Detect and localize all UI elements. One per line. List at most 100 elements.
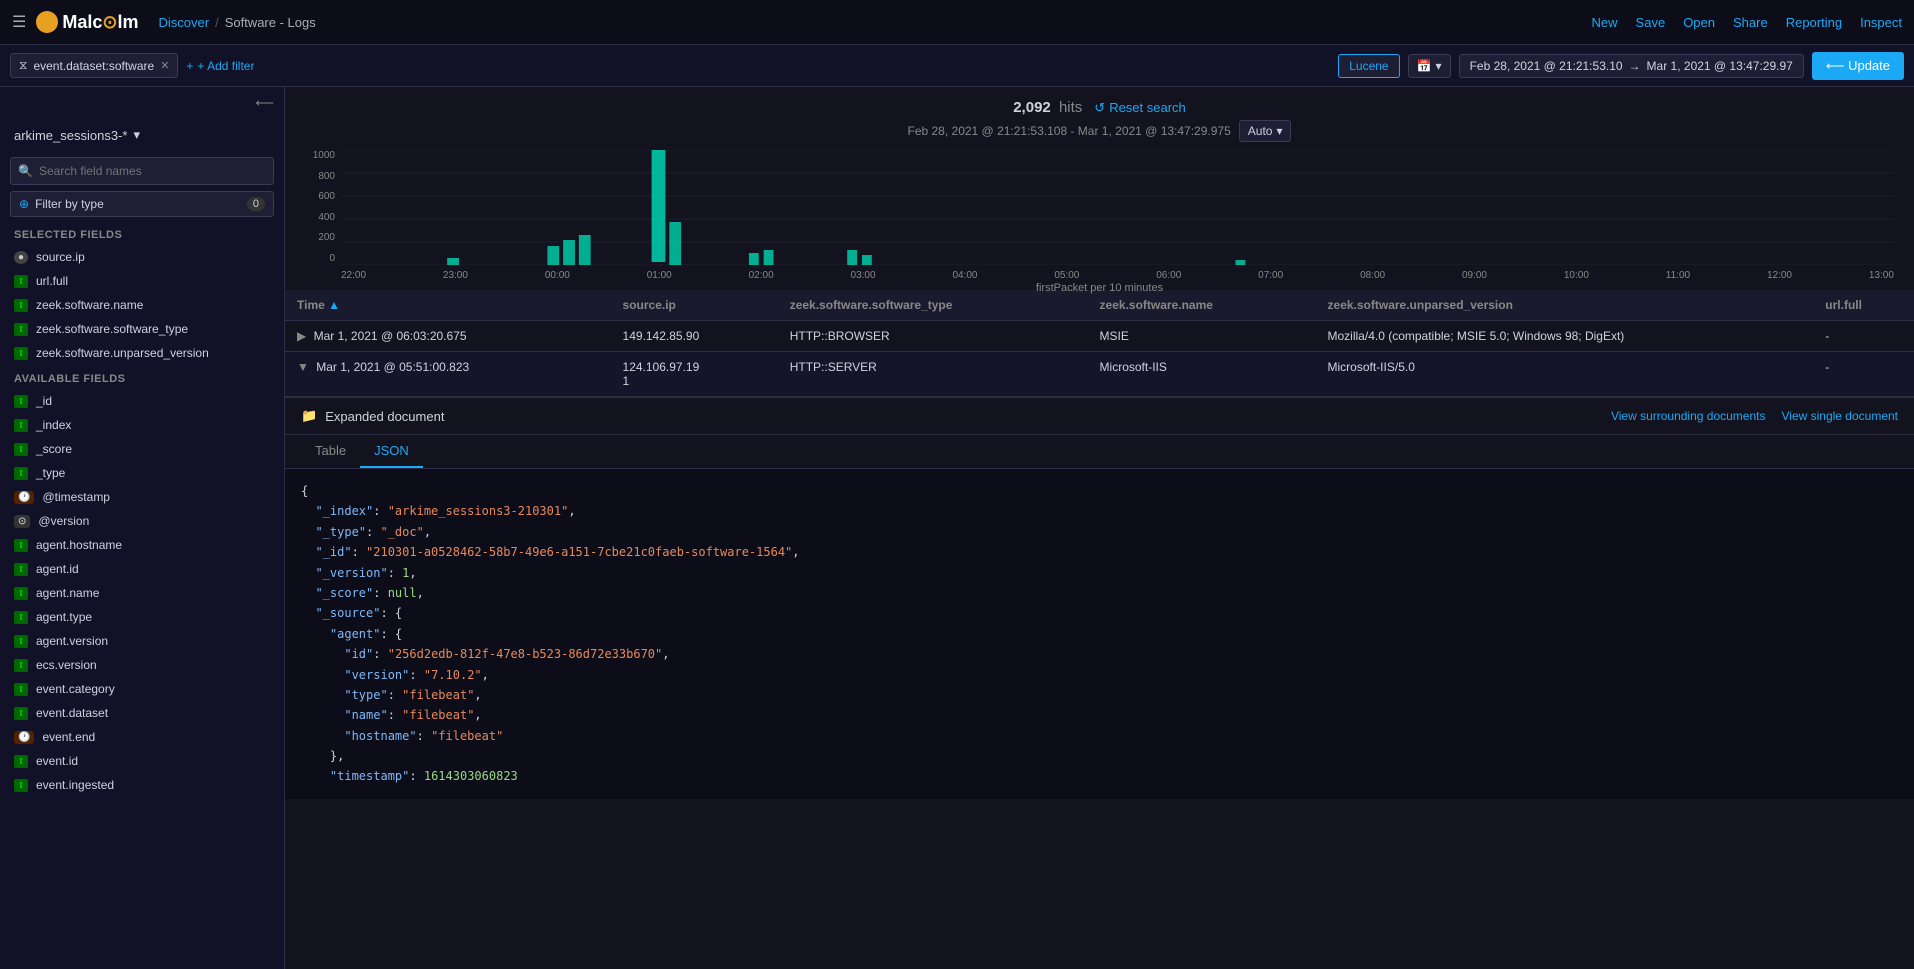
new-link[interactable]: New xyxy=(1592,15,1618,30)
selected-field-unparsed-version[interactable]: t zeek.software.unparsed_version xyxy=(0,341,284,365)
col-software-name[interactable]: zeek.software.name xyxy=(1088,290,1316,321)
share-link[interactable]: Share xyxy=(1733,15,1768,30)
plus-icon: + xyxy=(186,59,193,73)
tab-table[interactable]: Table xyxy=(301,435,360,468)
field-name: event.ingested xyxy=(36,778,114,792)
auto-select-dropdown[interactable]: Auto ▾ xyxy=(1239,120,1292,142)
field-type-icon: t xyxy=(14,275,28,288)
save-link[interactable]: Save xyxy=(1636,15,1666,30)
discover-link[interactable]: Discover xyxy=(158,15,209,30)
sidebar-collapse-button[interactable]: ⟵ xyxy=(0,87,284,119)
sort-icon: ▲ xyxy=(328,298,340,312)
field-name: _score xyxy=(36,442,72,456)
available-field-event-dataset[interactable]: t event.dataset xyxy=(0,701,284,725)
filter-type-badge: 0 xyxy=(247,197,265,211)
field-type-icon: t xyxy=(14,635,28,648)
available-field-agent-name[interactable]: t agent.name xyxy=(0,581,284,605)
chart-header: 2,092 hits ↺ Reset search xyxy=(305,99,1894,116)
field-name: source.ip xyxy=(36,250,85,264)
field-name: _id xyxy=(36,394,52,408)
available-field-event-end[interactable]: 🕐 event.end xyxy=(0,725,284,749)
available-field-type[interactable]: t _type xyxy=(0,461,284,485)
view-single-button[interactable]: View single document xyxy=(1781,409,1898,423)
col-time[interactable]: Time ▲ xyxy=(285,290,611,321)
available-field-event-category[interactable]: t event.category xyxy=(0,677,284,701)
field-name: event.id xyxy=(36,754,78,768)
field-name: agent.hostname xyxy=(36,538,122,552)
calendar-button[interactable]: 📅 ▾ xyxy=(1408,54,1451,78)
doc-tabs: Table JSON xyxy=(285,435,1914,469)
field-name: @version xyxy=(38,514,89,528)
data-table-area: Time ▲ source.ip zeek.software.software_… xyxy=(285,290,1914,397)
selected-field-software-name[interactable]: t zeek.software.name xyxy=(0,293,284,317)
expand-row-button[interactable]: ▶ xyxy=(297,329,306,343)
inspect-link[interactable]: Inspect xyxy=(1860,15,1902,30)
reporting-link[interactable]: Reporting xyxy=(1786,15,1842,30)
histogram-chart xyxy=(341,150,1894,265)
available-field-version[interactable]: ⊙ @version xyxy=(0,509,284,533)
top-nav: ☰ Malc⊙lm Discover / Software - Logs New… xyxy=(0,0,1914,45)
collapse-row-button[interactable]: ▼ xyxy=(297,360,309,374)
available-field-index[interactable]: t _index xyxy=(0,413,284,437)
available-field-event-id[interactable]: t event.id xyxy=(0,749,284,773)
update-button[interactable]: ⟵ Update xyxy=(1812,52,1904,80)
menu-icon[interactable]: ☰ xyxy=(12,12,26,32)
chart-subtitle: Feb 28, 2021 @ 21:21:53.108 - Mar 1, 202… xyxy=(305,120,1894,142)
available-field-id[interactable]: t _id xyxy=(0,389,284,413)
available-field-agent-type[interactable]: t agent.type xyxy=(0,605,284,629)
available-field-agent-version[interactable]: t agent.version xyxy=(0,629,284,653)
selected-field-url-full[interactable]: t url.full xyxy=(0,269,284,293)
available-field-agent-id[interactable]: t agent.id xyxy=(0,557,284,581)
field-type-icon: t xyxy=(14,563,28,576)
datetime-range[interactable]: Feb 28, 2021 @ 21:21:53.10 → Mar 1, 2021… xyxy=(1459,54,1804,78)
field-type-icon: ● xyxy=(14,251,28,264)
index-label[interactable]: arkime_sessions3-* ▾ xyxy=(0,119,284,151)
view-surrounding-button[interactable]: View surrounding documents xyxy=(1611,409,1766,423)
search-field-container: 🔍 xyxy=(10,157,274,185)
field-type-icon: t xyxy=(14,467,28,480)
close-icon: ✕ xyxy=(160,59,169,72)
cell-time: ▶ Mar 1, 2021 @ 06:03:20.675 xyxy=(285,321,611,352)
breadcrumb: Discover / Software - Logs xyxy=(158,15,1591,30)
available-field-agent-hostname[interactable]: t agent.hostname xyxy=(0,533,284,557)
expanded-doc-header: 📁 Expanded document View surrounding doc… xyxy=(285,398,1914,435)
logo-icon xyxy=(36,11,58,33)
col-unparsed-version[interactable]: zeek.software.unparsed_version xyxy=(1316,290,1814,321)
chart-area: 2,092 hits ↺ Reset search Feb 28, 2021 @… xyxy=(285,87,1914,290)
field-type-icon: t xyxy=(14,323,28,336)
selected-field-software-type[interactable]: t zeek.software.software_type xyxy=(0,317,284,341)
available-field-event-ingested[interactable]: t event.ingested xyxy=(0,773,284,797)
datetime-arrow: → xyxy=(1629,59,1641,73)
col-url-full[interactable]: url.full xyxy=(1813,290,1914,321)
chart-wrapper: 1000 800 600 400 200 0 xyxy=(305,150,1894,290)
index-name: event.dataset:software xyxy=(33,59,154,73)
filter-by-type-button[interactable]: ⊕ Filter by type 0 xyxy=(10,191,274,217)
table-header-row: Time ▲ source.ip zeek.software.software_… xyxy=(285,290,1914,321)
field-type-icon: t xyxy=(14,755,28,768)
field-type-icon: t xyxy=(14,611,28,624)
field-type-icon: 🕐 xyxy=(14,491,34,504)
field-type-icon: t xyxy=(14,707,28,720)
reset-search-button[interactable]: ↺ Reset search xyxy=(1094,100,1186,116)
open-link[interactable]: Open xyxy=(1683,15,1715,30)
available-field-timestamp[interactable]: 🕐 @timestamp xyxy=(0,485,284,509)
chevron-down-icon: ▾ xyxy=(1276,124,1282,138)
available-field-ecs-version[interactable]: t ecs.version xyxy=(0,653,284,677)
col-source-ip[interactable]: source.ip xyxy=(611,290,778,321)
lucene-button[interactable]: Lucene xyxy=(1338,54,1399,78)
add-filter-button[interactable]: + + Add filter xyxy=(186,59,254,73)
available-fields-list: t _id t _index t _score t _type 🕐 @times… xyxy=(0,389,284,797)
tab-json[interactable]: JSON xyxy=(360,435,423,468)
search-field-input[interactable] xyxy=(10,157,274,185)
chevron-down-icon: ▾ xyxy=(133,127,140,143)
index-selector[interactable]: ⧖ event.dataset:software ✕ xyxy=(10,53,178,78)
doc-content: { "_index": "arkime_sessions3-210301", "… xyxy=(285,469,1914,799)
col-software-type[interactable]: zeek.software.software_type xyxy=(778,290,1088,321)
selected-field-source-ip[interactable]: ● source.ip xyxy=(0,245,284,269)
cell-software-type: HTTP::BROWSER xyxy=(778,321,1088,352)
logo-text: Malc⊙lm xyxy=(62,12,138,33)
available-field-score[interactable]: t _score xyxy=(0,437,284,461)
field-type-icon: t xyxy=(14,299,28,312)
field-type-icon: ⊙ xyxy=(14,515,30,528)
content-area: 2,092 hits ↺ Reset search Feb 28, 2021 @… xyxy=(285,87,1914,969)
